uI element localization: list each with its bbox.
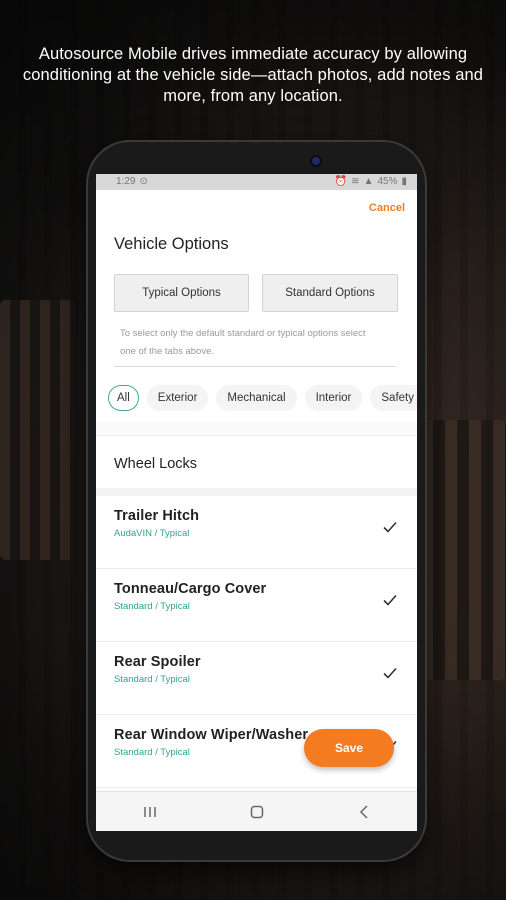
background-engine-vent (0, 300, 75, 560)
background-engine-vent (421, 420, 506, 680)
option-source: AudaVIN / Typical (114, 528, 190, 539)
page-title: Vehicle Options (114, 235, 229, 253)
recent-apps-icon[interactable] (138, 800, 162, 824)
options-hint: To select only the default standard or t… (120, 328, 366, 357)
home-icon[interactable] (245, 800, 269, 824)
checkmark-icon (383, 521, 397, 533)
option-item[interactable]: Tonneau/Cargo Cover Standard / Typical (96, 569, 417, 642)
filter-chip-interior[interactable]: Interior (304, 385, 363, 411)
option-source: Standard / Typical (114, 601, 190, 612)
typical-options-button[interactable]: Typical Options (114, 274, 249, 312)
filter-chip-safety[interactable]: Safety (370, 385, 417, 411)
status-bar: 1:29 ⊙ ⏰ ≋ ▲ 45% ▮ (96, 174, 417, 190)
option-item[interactable]: Rear Spoiler Standard / Typical (96, 642, 417, 715)
alarm-icon: ⏰ (334, 176, 348, 187)
cancel-button[interactable]: Cancel (369, 202, 405, 214)
battery-percent: 45% (377, 176, 398, 187)
status-time: 1:29 (116, 176, 136, 187)
filter-chip-all[interactable]: All (108, 385, 139, 411)
phone-frame: 1:29 ⊙ ⏰ ≋ ▲ 45% ▮ Cancel Vehicle Option… (88, 142, 425, 860)
filter-chip-mechanical[interactable]: Mechanical (216, 385, 297, 411)
back-icon[interactable] (352, 800, 376, 824)
section-divider (96, 422, 417, 436)
option-name: Tonneau/Cargo Cover (114, 581, 267, 597)
wifi-icon: ≋ (351, 176, 360, 187)
checkmark-icon (383, 667, 397, 679)
phone-screen: 1:29 ⊙ ⏰ ≋ ▲ 45% ▮ Cancel Vehicle Option… (96, 174, 417, 831)
option-item[interactable]: Trailer Hitch AudaVIN / Typical (96, 496, 417, 569)
android-nav-bar (96, 791, 417, 831)
option-item-wheel-locks[interactable]: Wheel Locks (96, 436, 417, 496)
checkmark-icon (383, 594, 397, 606)
divider (114, 366, 396, 367)
option-name: Rear Spoiler (114, 654, 201, 670)
promo-headline: Autosource Mobile drives immediate accur… (22, 45, 484, 105)
notification-icon: ⊙ (139, 176, 148, 187)
filter-chips: All Exterior Mechanical Interior Safety (108, 385, 417, 411)
battery-icon: ▮ (401, 176, 407, 187)
save-button[interactable]: Save (304, 729, 394, 767)
option-name: Rear Window Wiper/Washer (114, 727, 309, 743)
front-camera (312, 157, 320, 165)
signal-icon: ▲ (363, 176, 374, 187)
option-name: Trailer Hitch (114, 508, 200, 524)
filter-chip-exterior[interactable]: Exterior (146, 385, 209, 411)
option-source: Standard / Typical (114, 674, 190, 685)
standard-options-button[interactable]: Standard Options (262, 274, 398, 312)
